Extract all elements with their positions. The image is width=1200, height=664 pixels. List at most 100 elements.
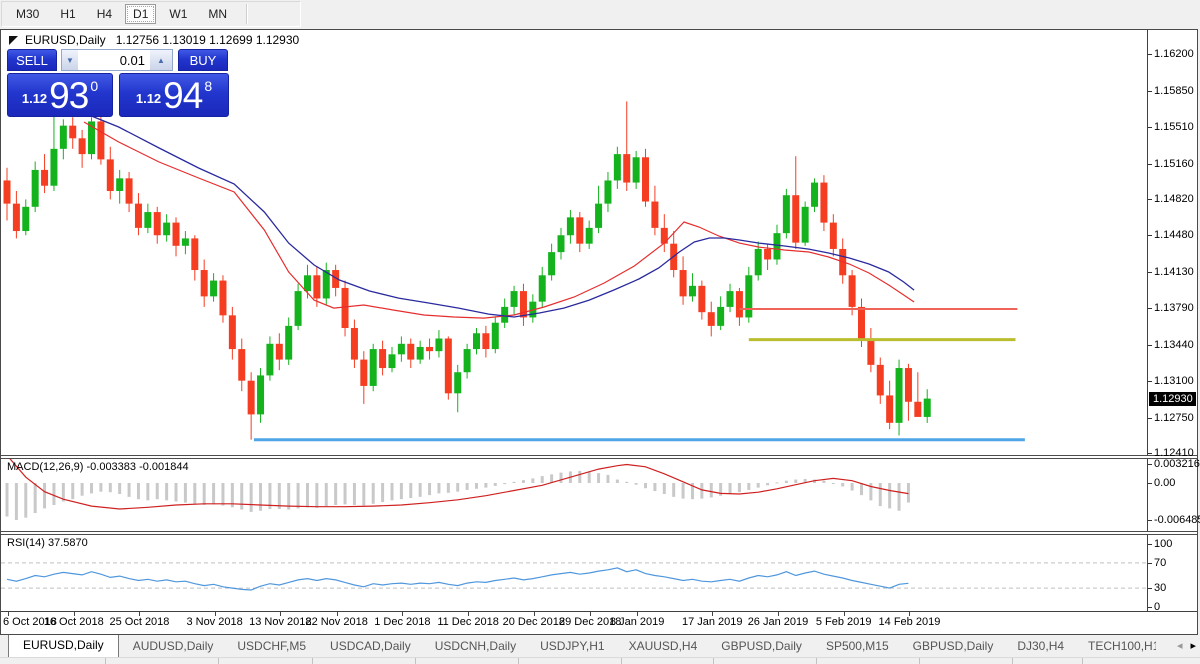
- date-axis[interactable]: 6 Oct 2018 16 Oct 2018 25 Oct 2018 3 Nov 20…: [1, 611, 1197, 634]
- buy-price-main: 94: [163, 75, 203, 117]
- date-axis-label: 14 Feb 2019: [878, 616, 941, 628]
- tab-gbpusd-daily[interactable]: GBPUSD,Daily: [903, 636, 1004, 657]
- rsi-label: RSI(14) 37.5870: [7, 537, 88, 549]
- rsi-plot[interactable]: [1, 535, 1147, 611]
- sell-price-main: 93: [49, 75, 89, 117]
- price-tick: [1148, 453, 1152, 455]
- price-tick: [1148, 307, 1152, 309]
- price-tick: [1148, 235, 1152, 237]
- lot-decrease-button[interactable]: ▼: [62, 50, 78, 70]
- price-axis-label: 1.12750: [1154, 411, 1194, 424]
- rsi-tick: [1148, 588, 1152, 590]
- timeframe-button-d1[interactable]: D1: [125, 4, 157, 24]
- price-tick: [1148, 54, 1152, 55]
- triangle-up-icon: ▲: [157, 55, 165, 65]
- price-axis-label: 1.14480: [1154, 229, 1194, 242]
- date-axis-label: 11 Dec 2018: [437, 616, 499, 628]
- tab-usdcnh-daily[interactable]: USDCNH,Daily: [425, 636, 526, 657]
- chart-ohlc-values: 1.12756 1.13019 1.12699 1.12930: [115, 33, 300, 47]
- status-strip: [0, 657, 1200, 664]
- status-strip-mark: [816, 658, 817, 664]
- chart-symbol-period: EURUSD,Daily: [25, 33, 106, 47]
- price-axis-label: 1.13790: [1154, 301, 1194, 314]
- date-axis-label: 20 Dec 2018: [502, 616, 566, 628]
- date-axis-label: 26 Jan 2019: [747, 616, 809, 628]
- price-tick: [1148, 417, 1152, 419]
- rsi-indicator-pane[interactable]: RSI(14) 37.5870 100 70 30 0: [1, 535, 1197, 613]
- rsi-axis[interactable]: 100 70 30 0: [1147, 535, 1197, 613]
- rsi-axis-label: 30: [1154, 582, 1167, 595]
- date-axis-label: 22 Nov 2018: [305, 616, 368, 628]
- lot-size-input[interactable]: [78, 50, 150, 70]
- sell-button[interactable]: SELL: [7, 49, 57, 71]
- macd-axis-label: 0.00: [1154, 477, 1176, 489]
- tab-usdjpy-h1[interactable]: USDJPY,H1: [530, 636, 614, 657]
- tab-scroll-left-icon[interactable]: ◂: [1177, 639, 1183, 652]
- tab-eurusd-daily[interactable]: EURUSD,Daily: [8, 635, 119, 657]
- timeframe-button-h4[interactable]: H4: [89, 4, 120, 24]
- tab-tech100-h1[interactable]: TECH100,H1: [1078, 636, 1156, 657]
- chart-tabs: EURUSD,Daily AUDUSD,Daily USDCHF,M5 USDCAD,…: [0, 635, 1156, 657]
- toolbar-separator: [246, 4, 248, 24]
- price-tick: [1148, 272, 1152, 274]
- tab-scroll-right-icon[interactable]: ▸: [1190, 639, 1196, 652]
- status-strip-mark: [621, 658, 622, 664]
- macd-tick: [1148, 520, 1152, 522]
- lot-increase-button[interactable]: ▲: [150, 50, 172, 70]
- price-chart-pane[interactable]: EURUSD,Daily 1.12756 1.13019 1.12699 1.1…: [1, 30, 1197, 495]
- tab-gbpusd-daily[interactable]: GBPUSD,Daily: [711, 636, 812, 657]
- price-axis-label: 1.15160: [1154, 157, 1194, 170]
- rsi-tick: [1148, 544, 1152, 545]
- price-axis-label: 1.14130: [1154, 266, 1194, 279]
- price-axis-label: 1.13440: [1154, 338, 1194, 351]
- chart-tab-bar: EURUSD,Daily AUDUSD,Daily USDCHF,M5 USDCAD,…: [0, 635, 1200, 664]
- price-tick: [1148, 199, 1152, 201]
- price-axis[interactable]: 1.16200 1.15850 1.15510 1.15160 1.14820 1.144…: [1147, 30, 1197, 495]
- date-axis-label: 5 Feb 2019: [815, 616, 872, 628]
- chart-title: EURUSD,Daily 1.12756 1.13019 1.12699 1.1…: [9, 33, 299, 47]
- current-price-tag: 1.12930: [1149, 391, 1196, 406]
- price-tick: [1148, 126, 1152, 128]
- status-strip-mark: [919, 658, 920, 664]
- tab-audusd-daily[interactable]: AUDUSD,Daily: [123, 636, 224, 657]
- one-click-trade-panel: SELL ▼ ▲ BUY 1.12 93 0 1.12 94 8: [7, 49, 229, 117]
- tab-usdchf-m5[interactable]: USDCHF,M5: [227, 636, 316, 657]
- tab-scroll-buttons: ◂ ▸: [1177, 639, 1196, 652]
- macd-label: MACD(12,26,9) -0.003383 -0.001844: [7, 461, 189, 473]
- rsi-tick: [1148, 607, 1152, 608]
- timeframe-button-m30[interactable]: M30: [8, 4, 47, 24]
- price-axis-label: 1.14820: [1154, 193, 1194, 206]
- chart-window: EURUSD,Daily 1.12756 1.13019 1.12699 1.1…: [0, 29, 1200, 635]
- date-axis-label: 17 Jan 2019: [681, 616, 743, 628]
- rsi-tick: [1148, 562, 1152, 564]
- timeframe-button-mn[interactable]: MN: [200, 4, 235, 24]
- buy-button[interactable]: BUY: [178, 49, 228, 71]
- timeframe-button-w1[interactable]: W1: [161, 4, 195, 24]
- buy-price-pipette: 8: [204, 78, 213, 94]
- macd-axis[interactable]: 0.003216 0.00 -0.006485: [1147, 458, 1200, 531]
- date-axis-label: 3 Nov 2018: [186, 616, 243, 628]
- macd-tick: [1148, 483, 1152, 484]
- collapse-triangle-icon[interactable]: [9, 35, 18, 45]
- tab-dj30-h4[interactable]: DJ30,H4: [1007, 636, 1074, 657]
- status-strip-mark: [415, 658, 416, 664]
- triangle-down-icon: ▼: [66, 55, 74, 65]
- rsi-axis-label: 100: [1154, 538, 1173, 550]
- price-tick: [1148, 380, 1152, 382]
- sell-price-quote[interactable]: 1.12 93 0: [7, 73, 113, 117]
- date-axis-label: 25 Oct 2018: [109, 616, 170, 628]
- price-tick: [1148, 90, 1152, 92]
- rsi-svg: [1, 562, 1147, 591]
- timeframe-button-h1[interactable]: H1: [52, 4, 83, 24]
- buy-price-quote[interactable]: 1.12 94 8: [119, 73, 229, 117]
- tab-sp500-m15[interactable]: SP500,M15: [816, 636, 899, 657]
- tab-usdcad-daily[interactable]: USDCAD,Daily: [320, 636, 421, 657]
- price-axis-label: 1.16200: [1154, 48, 1194, 60]
- macd-axis-label: -0.006485: [1154, 514, 1200, 527]
- status-strip-mark: [1082, 658, 1083, 664]
- price-tick: [1148, 163, 1152, 165]
- status-strip-mark: [312, 658, 313, 664]
- macd-indicator-pane[interactable]: MACD(12,26,9) -0.003383 -0.001844 0.0032…: [1, 458, 1200, 531]
- sell-price-pipette: 0: [90, 78, 99, 94]
- tab-xauusd-h4[interactable]: XAUUSD,H4: [619, 636, 708, 657]
